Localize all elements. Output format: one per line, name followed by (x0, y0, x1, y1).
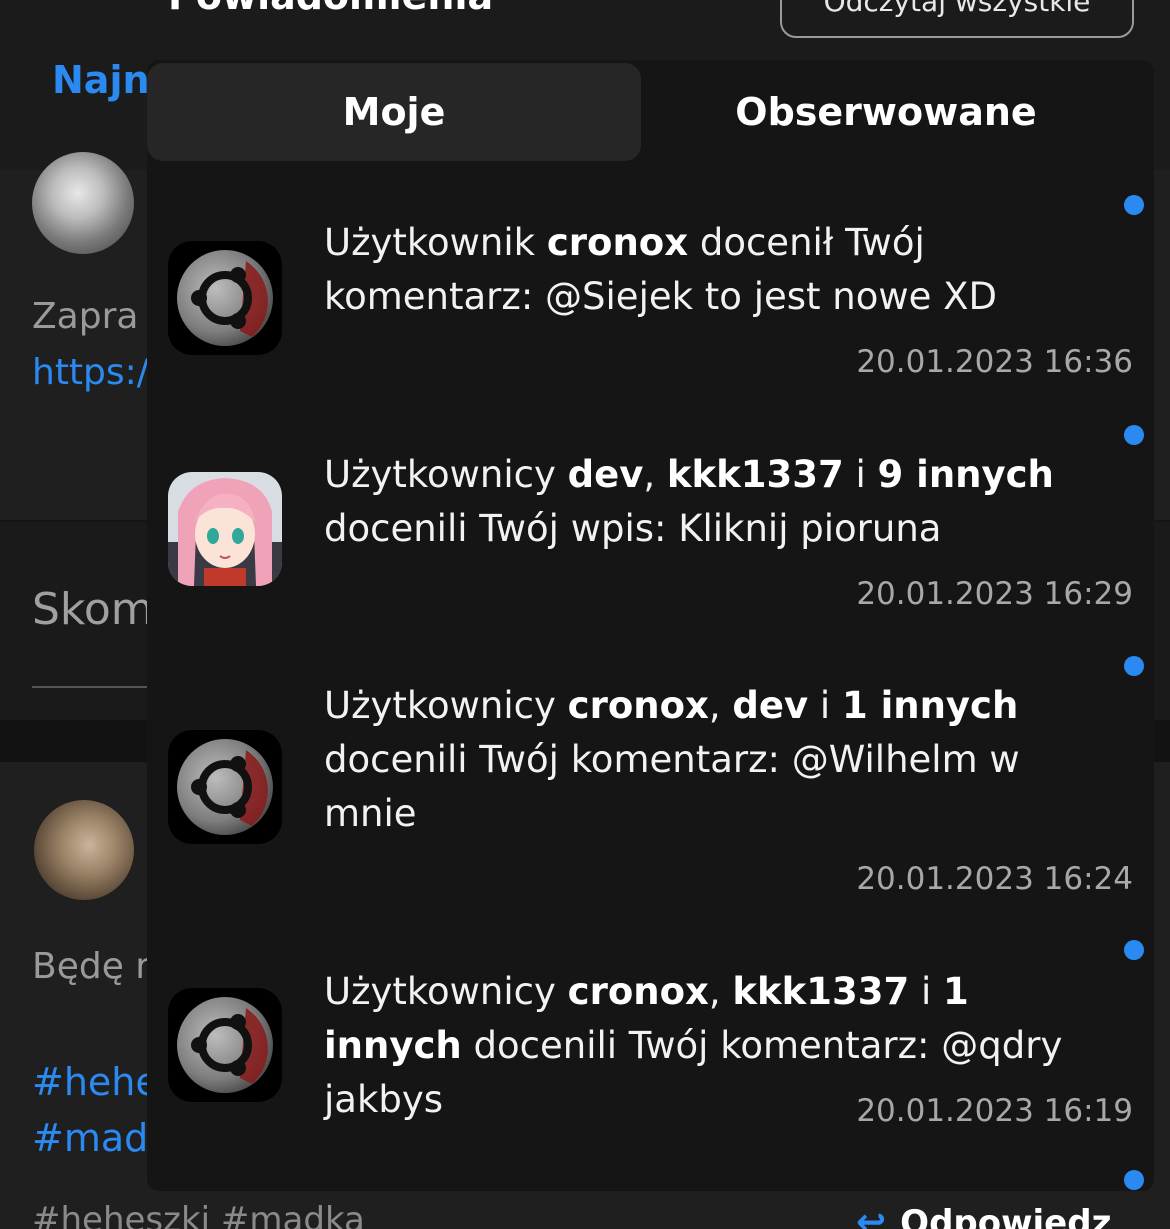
app-root: Najn Zapra https:/ Skom Będę r #hehe #ma… (0, 0, 1170, 1229)
avatar[interactable] (168, 241, 282, 355)
anime-avatar-icon (168, 472, 282, 586)
notification-timestamp: 20.01.2023 16:29 (856, 576, 1133, 612)
comment-input[interactable]: Skom (32, 584, 154, 635)
notification-timestamp: 20.01.2023 16:36 (856, 344, 1133, 380)
reply-icon: ↩ (856, 1202, 887, 1229)
unread-dot (1124, 425, 1144, 445)
avatar[interactable] (168, 472, 282, 586)
notification-user: dev (567, 453, 644, 496)
ubuntu-logo-icon (177, 739, 273, 835)
notification-timestamp: 20.01.2023 16:24 (856, 861, 1133, 897)
ubuntu-logo-icon (177, 250, 273, 346)
notification-text: Użytkownicy cronox, dev i 1 innych docen… (324, 684, 1020, 835)
tab-obserwowane[interactable]: Obserwowane (641, 63, 1131, 161)
notification-others: 1 innych (841, 684, 1019, 727)
unread-dot (1124, 195, 1144, 215)
notification-user: kkk1337 (666, 453, 844, 496)
post-link[interactable]: https:/ (32, 352, 149, 393)
notification-user: cronox (567, 684, 709, 727)
notification-timestamp: 20.01.2023 16:19 (856, 1093, 1133, 1129)
notification-user: dev (732, 684, 809, 727)
post-tag[interactable]: #hehe (32, 1060, 159, 1104)
notification-item[interactable]: Użytkownicy cronox, dev i 1 innych docen… (147, 644, 1154, 924)
reply-label: Odpowiedz (900, 1202, 1112, 1229)
unread-dot (1124, 940, 1144, 960)
notification-text: Użytkownicy dev, kkk1337 i 9 innych doce… (324, 453, 1054, 550)
post-text: Będę r (32, 946, 151, 987)
avatar[interactable] (168, 988, 282, 1102)
notifications-title: Powiadomienia (168, 0, 493, 18)
feed-tab-newest[interactable]: Najn (52, 58, 150, 102)
ubuntu-logo-icon (177, 997, 273, 1093)
avatar[interactable] (34, 800, 134, 900)
reply-button[interactable]: ↩ Odpowiedz (856, 1202, 1111, 1229)
notification-text: Użytkownik cronox docenił Twój komentarz… (324, 221, 998, 318)
avatar[interactable] (168, 730, 282, 844)
tab-moje[interactable]: Moje (147, 63, 641, 161)
avatar[interactable] (32, 152, 134, 254)
post-tag[interactable]: #mad (32, 1116, 148, 1160)
notification-user: cronox (567, 970, 709, 1013)
notification-user: kkk1337 (732, 970, 910, 1013)
notification-others: 9 innych (877, 453, 1054, 496)
notification-user: cronox (546, 221, 689, 264)
mark-all-read-button[interactable]: Odczytaj wszystkie (780, 0, 1134, 38)
unread-dot (1124, 1170, 1144, 1190)
post-text: Zapra (32, 296, 139, 337)
unread-dot (1124, 656, 1144, 676)
notification-item[interactable]: Użytkownik cronox docenił Twój komentarz… (147, 180, 1154, 400)
notification-item[interactable]: Użytkownicy dev, kkk1337 i 9 innych doce… (147, 412, 1154, 632)
notifications-panel: Moje Obserwowane Użytkownik cronox docen… (147, 60, 1154, 1191)
notification-item[interactable]: Użytkownicy cronox, kkk1337 i 1 innych d… (147, 930, 1154, 1160)
post-tags[interactable]: #heheszki #madka (32, 1200, 365, 1229)
